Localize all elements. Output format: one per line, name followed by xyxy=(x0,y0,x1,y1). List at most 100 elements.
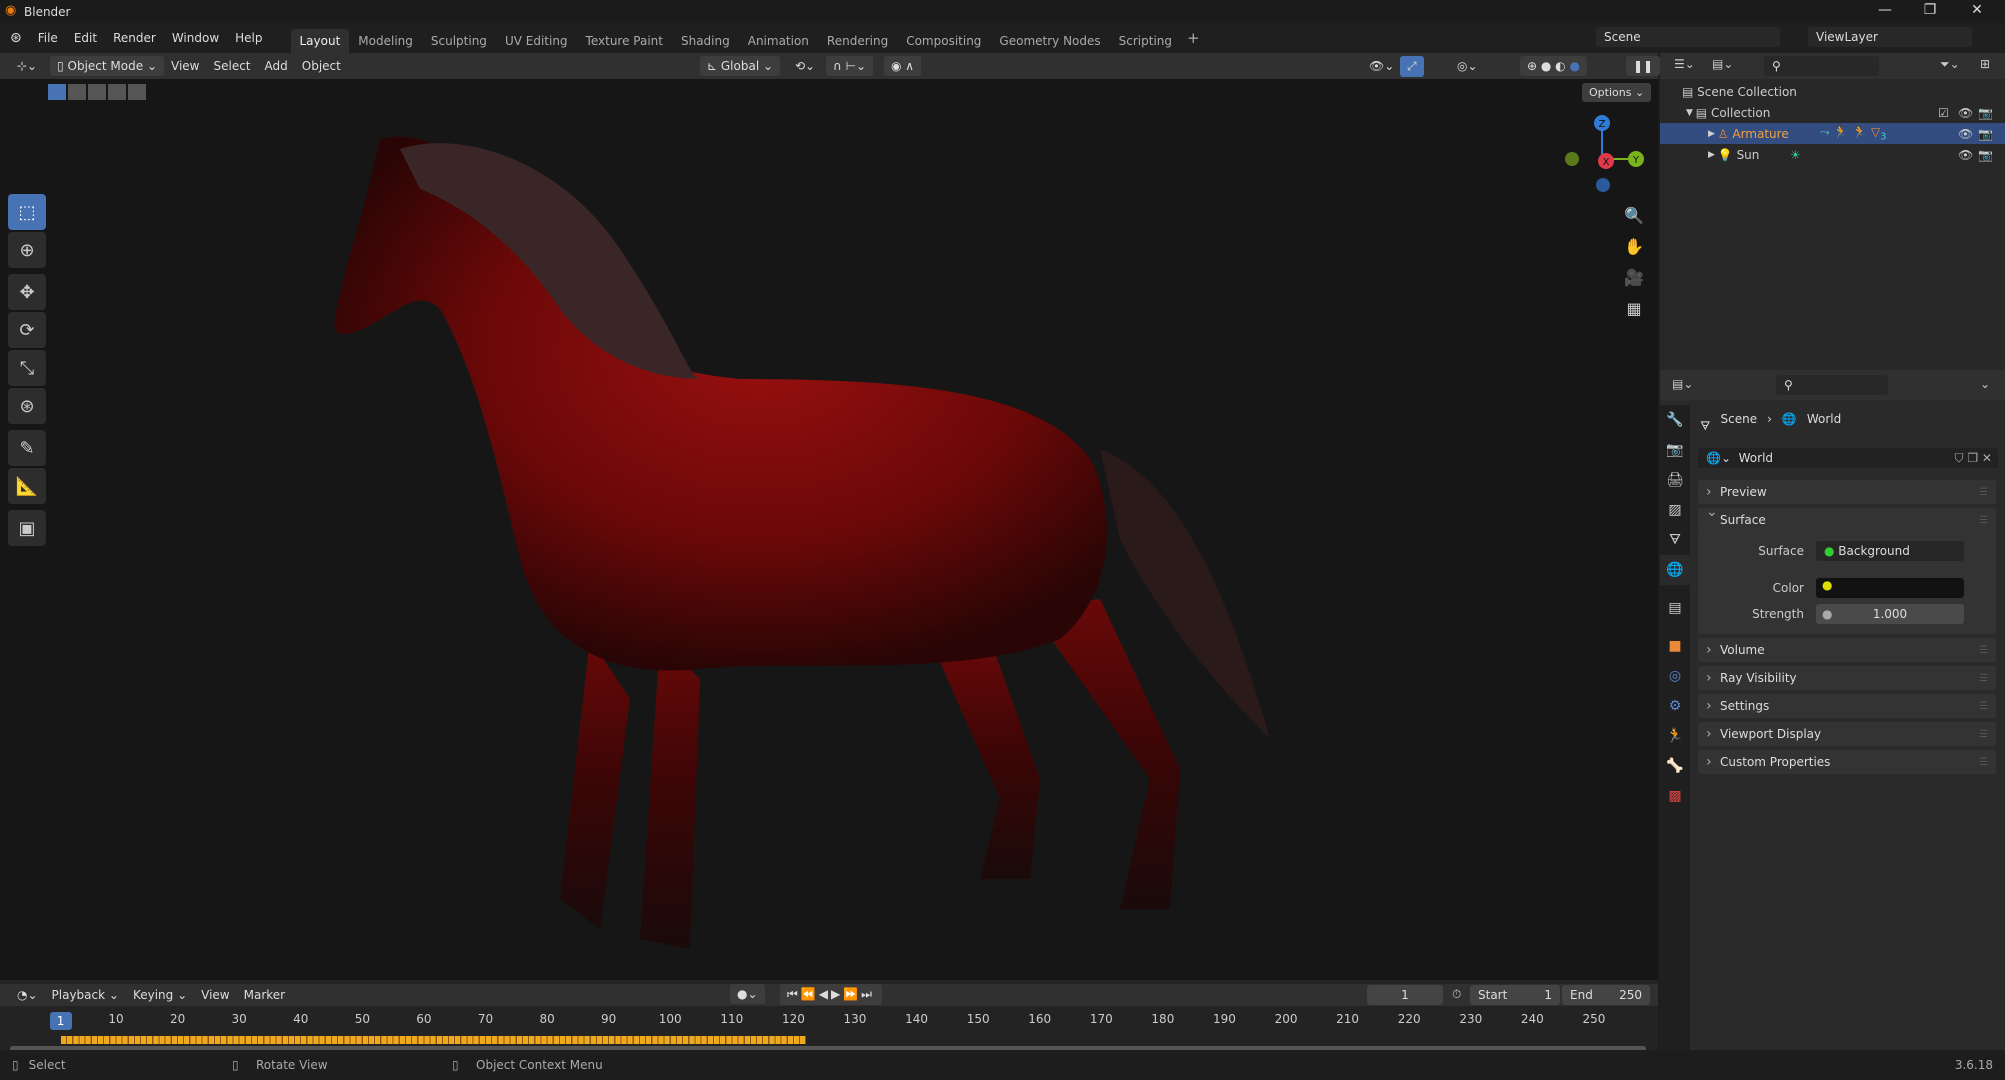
bone-tab-icon[interactable]: 🦴 xyxy=(1660,751,1690,781)
exclude-checkbox[interactable]: ☑ xyxy=(1938,106,1949,120)
tab-scripting[interactable]: Scripting xyxy=(1110,29,1181,53)
panel-viewport-display[interactable]: Viewport Display☰ xyxy=(1698,722,1996,746)
world-tab-icon[interactable]: 🌐 xyxy=(1660,555,1690,585)
constraints-tab-icon[interactable]: ⚙ xyxy=(1660,691,1690,721)
display-mode-icon[interactable]: ☰⌄ xyxy=(1674,57,1695,71)
tab-texture-paint[interactable]: Texture Paint xyxy=(577,29,672,53)
scene-selector[interactable]: Scene xyxy=(1596,27,1780,47)
blender-menu-icon[interactable]: ⊛ xyxy=(10,30,22,46)
keying-menu[interactable]: Keying ⌄ xyxy=(126,985,194,1005)
render-camera-icon[interactable]: 📷 xyxy=(1978,148,1993,162)
tab-geometry-nodes[interactable]: Geometry Nodes xyxy=(990,29,1109,53)
tab-modeling[interactable]: Modeling xyxy=(349,29,422,53)
zoom-icon[interactable]: 🔍 xyxy=(1620,206,1648,234)
proportional-edit-icon[interactable]: ◉ ∧ xyxy=(884,56,922,76)
surface-shader-field[interactable]: ● Background xyxy=(1816,541,1964,561)
panel-surface[interactable]: Surface☰ xyxy=(1698,504,1996,532)
object-menu[interactable]: Object xyxy=(295,56,348,76)
scale-tool[interactable]: ⤡ xyxy=(8,350,46,386)
pause-render-button[interactable]: ❚❚ xyxy=(1626,56,1661,76)
new-collection-icon[interactable]: ⊞ xyxy=(1980,57,1990,71)
orientation-selector[interactable]: ⊾ Global ⌄ xyxy=(700,56,781,76)
scene-tab-icon[interactable]: 🜃 xyxy=(1660,525,1690,555)
maximize-button[interactable]: ❐ xyxy=(1915,2,1945,18)
filter-view-icon[interactable]: ▤⌄ xyxy=(1712,57,1733,71)
pan-hand-icon[interactable]: ✋ xyxy=(1620,237,1648,265)
color-field[interactable]: ● xyxy=(1816,578,1964,598)
panel-settings[interactable]: Settings☰ xyxy=(1698,694,1996,718)
select-menu[interactable]: Select xyxy=(206,56,257,76)
tab-uv-editing[interactable]: UV Editing xyxy=(496,29,577,53)
add-cube-tool[interactable]: ▣ xyxy=(8,510,46,546)
tab-layout[interactable]: Layout xyxy=(290,29,350,53)
menu-window[interactable]: Window xyxy=(164,31,227,45)
view-layer-tab-icon[interactable]: ▨ xyxy=(1660,495,1690,525)
3d-viewport[interactable]: Options ⌄ ⬚ ⊕ ✥ ⟳ ⤡ ⊛ ✎ 📐 ▣ Z Y X 🔍 ✋ 🎥 … xyxy=(0,79,1658,980)
transform-tool[interactable]: ⊛ xyxy=(8,388,46,424)
tab-compositing[interactable]: Compositing xyxy=(897,29,990,53)
tab-rendering[interactable]: Rendering xyxy=(818,29,897,53)
menu-render[interactable]: Render xyxy=(105,31,164,45)
visibility-eye-icon[interactable]: 👁 xyxy=(1958,148,1973,162)
minimize-button[interactable]: — xyxy=(1870,2,1900,18)
tab-animation[interactable]: Animation xyxy=(739,29,818,53)
perspective-grid-icon[interactable]: ▦ xyxy=(1620,299,1648,327)
collection-row[interactable]: ▼ ▤ Collection ☑ 👁 📷 xyxy=(1660,102,2005,123)
mode-selector[interactable]: ▯ Object Mode ⌄ xyxy=(50,56,164,76)
add-workspace-button[interactable]: + xyxy=(1187,29,1200,47)
add-menu[interactable]: Add xyxy=(258,56,295,76)
playhead[interactable]: 1 xyxy=(49,1012,72,1030)
view-menu[interactable]: View xyxy=(194,985,236,1005)
tool-tab-icon[interactable]: 🔧 xyxy=(1660,405,1690,435)
visibility-eye-icon[interactable]: 👁 xyxy=(1958,127,1973,141)
editor-type-icon[interactable]: ◔⌄ xyxy=(10,985,45,1005)
panel-ray-visibility[interactable]: Ray Visibility☰ xyxy=(1698,666,1996,690)
tab-shading[interactable]: Shading xyxy=(672,29,739,53)
auto-keying-button[interactable]: ●⌄ xyxy=(730,984,765,1004)
panel-custom-properties[interactable]: Custom Properties☰ xyxy=(1698,750,1996,774)
visibility-eye-icon[interactable]: 👁 xyxy=(1958,106,1973,120)
render-camera-icon[interactable]: 📷 xyxy=(1978,106,1993,120)
shading-modes[interactable]: ⊕ ● ◐ ● xyxy=(1520,56,1587,76)
tab-sculpting[interactable]: Sculpting xyxy=(422,29,496,53)
filter-icon[interactable]: ⏷⌄ xyxy=(1940,57,1960,72)
render-tab-icon[interactable]: 📷 xyxy=(1660,435,1690,465)
panel-volume[interactable]: Volume☰ xyxy=(1698,638,1996,662)
physics-tab-icon[interactable]: ◎ xyxy=(1660,661,1690,691)
menu-help[interactable]: Help xyxy=(227,31,270,45)
gizmo-toggle-icon[interactable]: ⤢ xyxy=(1400,56,1424,77)
outliner-search[interactable]: ⚲ xyxy=(1764,56,1879,76)
pivot-icon[interactable]: ⟲⌄ xyxy=(788,56,822,76)
overlay-icon[interactable]: ◎⌄ xyxy=(1450,56,1485,76)
measure-tool[interactable]: 📐 xyxy=(8,468,46,504)
menu-file[interactable]: File xyxy=(30,31,66,45)
cursor-tool[interactable]: ⊕ xyxy=(8,232,46,268)
scene-collection-row[interactable]: ▤ Scene Collection xyxy=(1660,81,2005,102)
stopwatch-icon[interactable]: ⏱ xyxy=(1452,987,1461,1002)
editor-type-icon[interactable]: ▤⌄ xyxy=(1672,377,1693,391)
select-box-tool[interactable]: ⬚ xyxy=(8,194,46,230)
outliner-item-armature[interactable]: ▶ ♙ Armature ⤳ 🏃 🏃 ▽3 👁 📷 xyxy=(1660,123,2005,144)
current-frame-field[interactable]: 1 xyxy=(1367,985,1443,1005)
menu-edit[interactable]: Edit xyxy=(66,31,105,45)
rotate-tool[interactable]: ⟳ xyxy=(8,312,46,348)
collection-tab-icon[interactable]: ▤ xyxy=(1660,593,1690,623)
render-camera-icon[interactable]: 📷 xyxy=(1978,127,1993,141)
texture-tab-icon[interactable]: ▩ xyxy=(1660,781,1690,811)
viewlayer-selector[interactable]: ViewLayer xyxy=(1808,27,1972,47)
camera-view-icon[interactable]: 🎥 xyxy=(1620,268,1648,296)
close-button[interactable]: ✕ xyxy=(1962,2,1992,18)
navigation-gizmo[interactable]: Z Y X xyxy=(1550,109,1650,209)
outliner-item-sun[interactable]: ▶ 💡 Sun ☀ 👁 📷 xyxy=(1660,144,2005,165)
world-datablock-selector[interactable]: 🌐⌄ World ⛉ ❐ ✕ xyxy=(1698,448,1998,468)
output-tab-icon[interactable]: 🖨 xyxy=(1660,465,1690,495)
options-chevron[interactable]: ⌄ xyxy=(1980,377,1990,391)
view-menu[interactable]: View xyxy=(164,56,206,76)
editor-type-icon[interactable]: ⊹⌄ xyxy=(10,56,44,76)
snap-icon[interactable]: ∩ ⊢⌄ xyxy=(826,56,874,76)
playback-controls[interactable]: ⏮⏪◀▶⏩⏭ xyxy=(780,984,882,1005)
playback-menu[interactable]: Playback ⌄ xyxy=(45,985,126,1005)
annotate-tool[interactable]: ✎ xyxy=(8,430,46,466)
strength-field[interactable]: ● 1.000 xyxy=(1816,604,1964,624)
object-data-tab-icon[interactable]: 🏃 xyxy=(1660,721,1690,751)
